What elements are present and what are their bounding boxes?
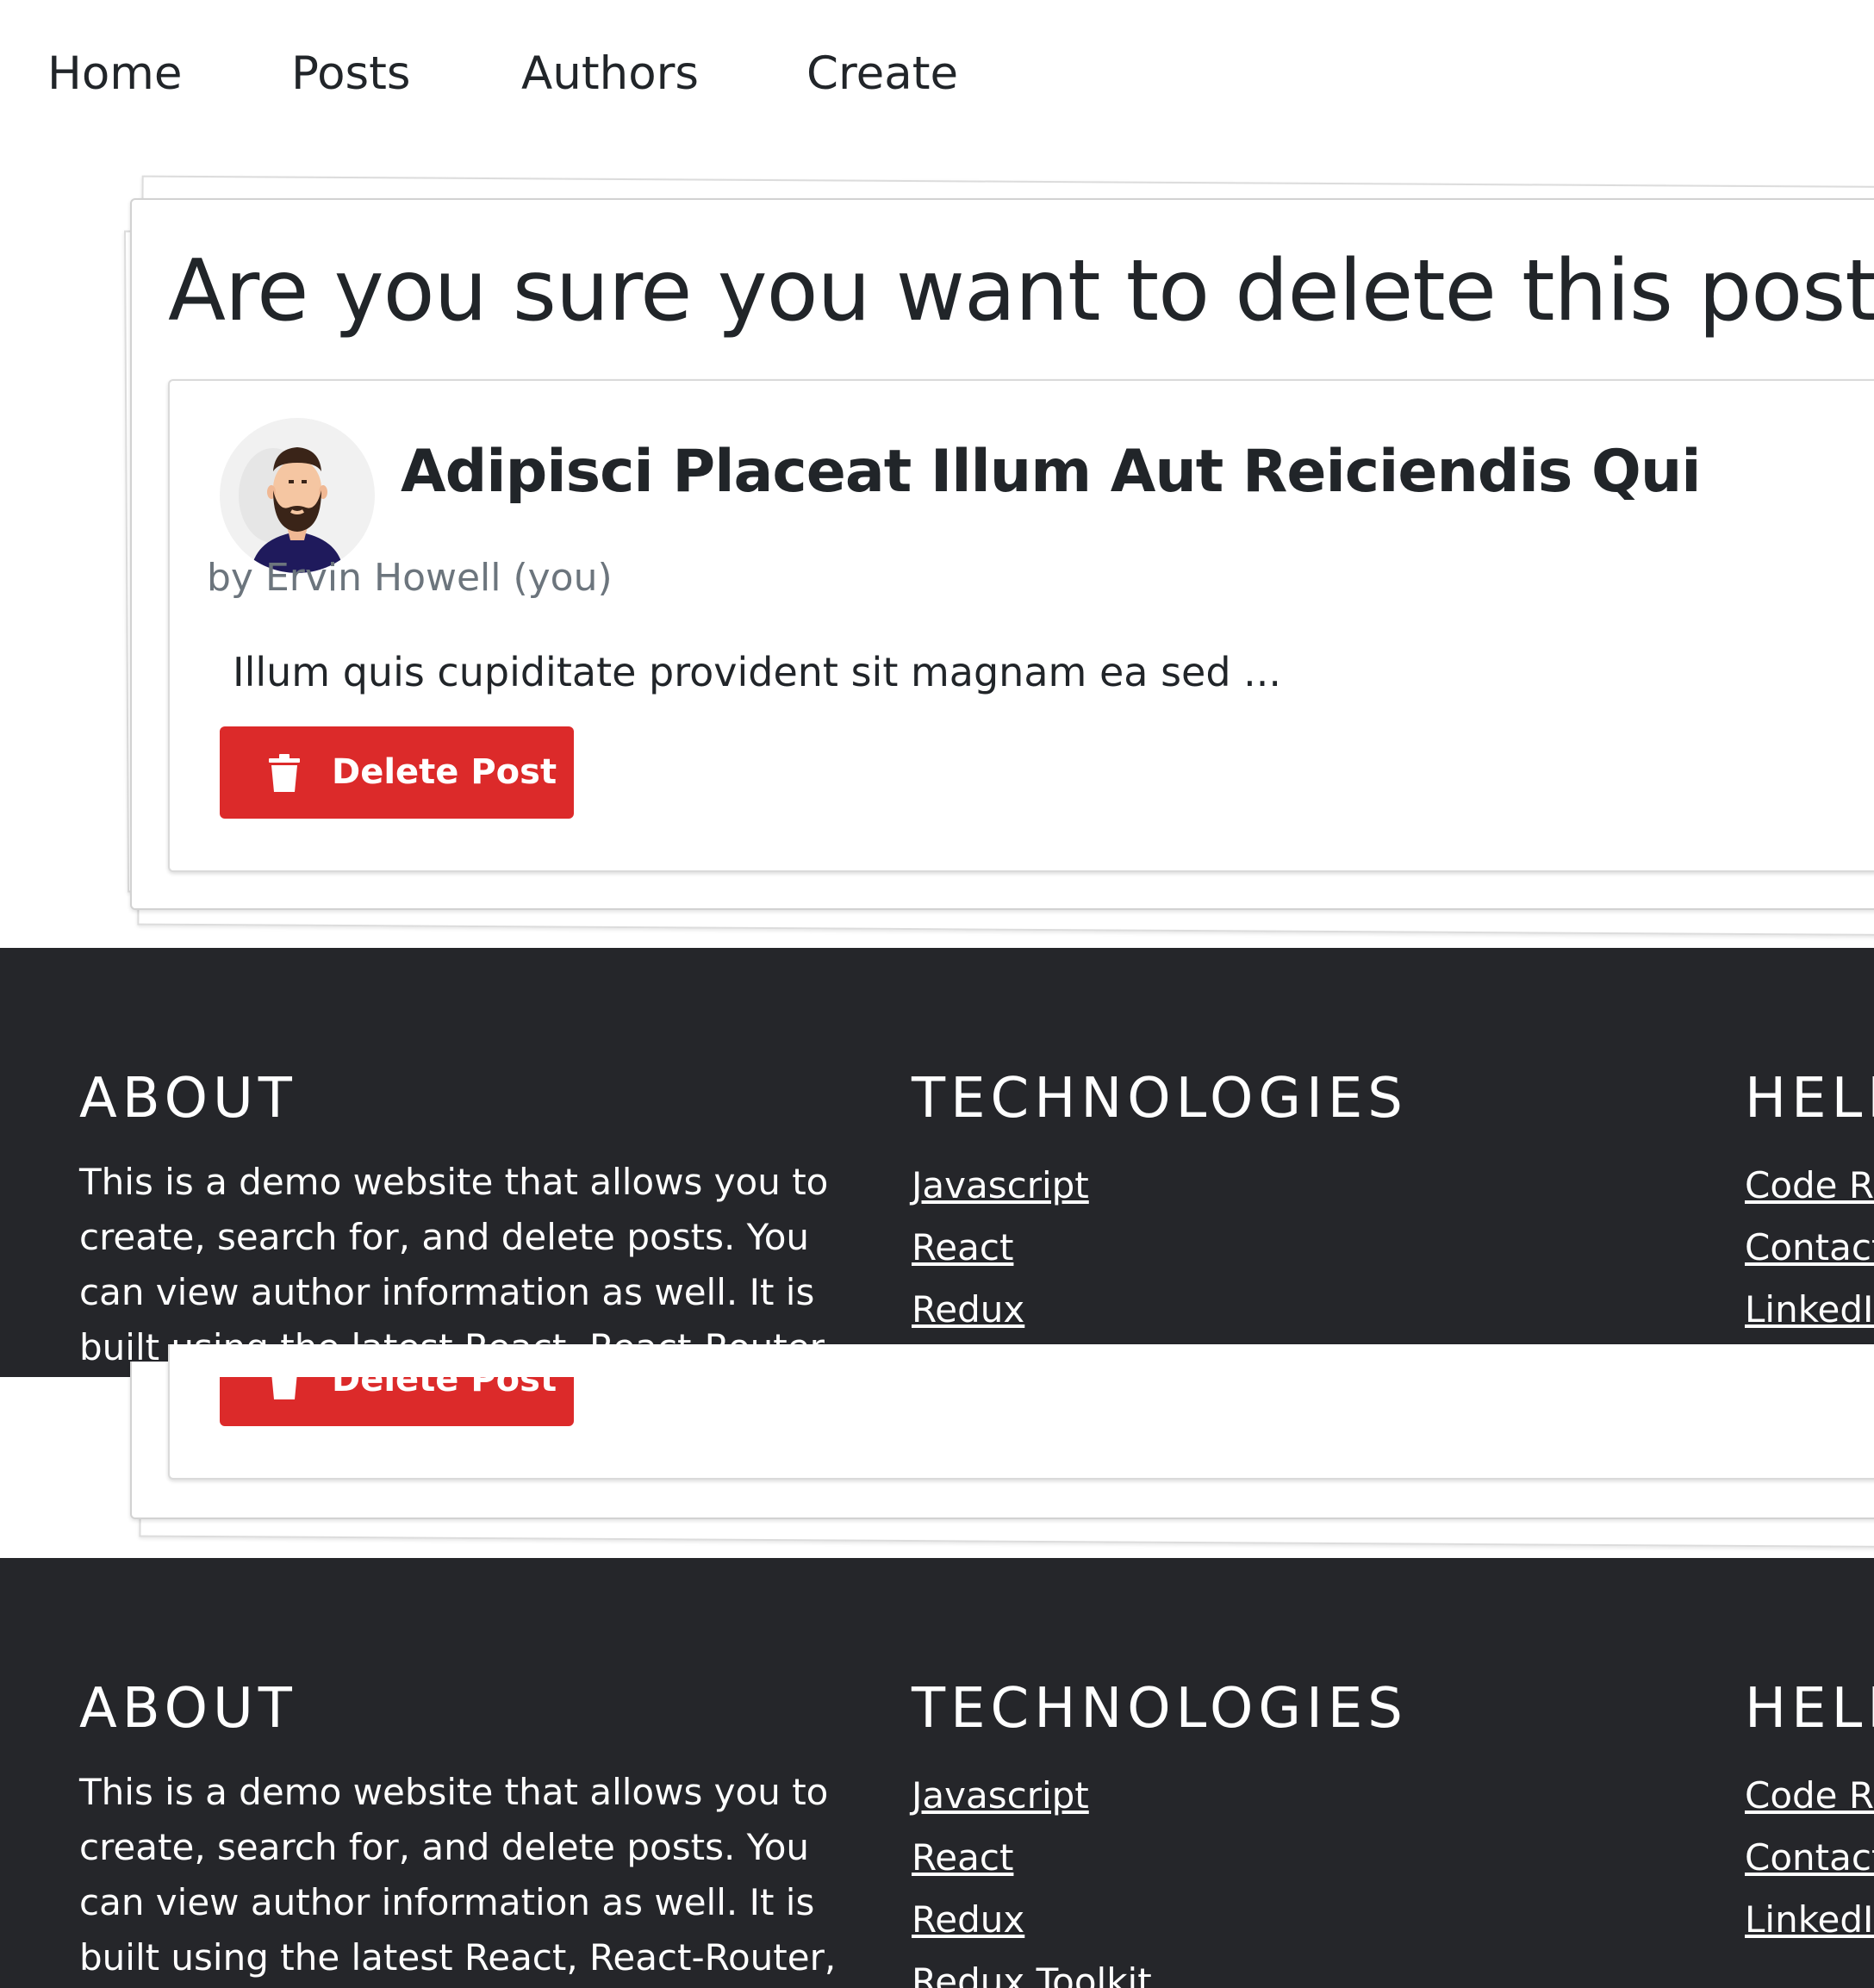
footer-link-code-repository[interactable]: Code Repository [1745,1161,1874,1211]
footer-link-contact[interactable]: Contact [1745,1833,1874,1883]
footer-link-linkedin[interactable]: LinkedIn [1745,1895,1874,1945]
post-excerpt: Illum quis cupiditate provident sit magn… [233,649,1282,695]
delete-post-label-lower: Delete Post [332,1377,557,1399]
nav-link-authors[interactable]: Authors [521,45,699,103]
footer-link-contact[interactable]: Contact [1745,1223,1874,1273]
footer: ABOUT This is a demo website that allows… [0,948,1874,1377]
nav-link-home[interactable]: Home [47,45,183,103]
main-nav: Home Posts Authors Create [0,0,1874,146]
avatar [220,418,375,573]
nav-link-create[interactable]: Create [806,45,958,103]
footer-link-react[interactable]: React [912,1223,1013,1273]
footer-technologies-heading: TECHNOLOGIES [912,1067,1408,1131]
footer-link-javascript[interactable]: Javascript [912,1161,1089,1211]
trash-icon [271,1377,297,1399]
delete-post-label: Delete Post [332,752,557,792]
delete-post-button-lower[interactable]: Delete Post [220,1377,574,1426]
footer-about-heading: ABOUT [79,1067,297,1131]
post-author-byline: by Ervin Howell (you) [207,556,613,600]
footer-lower: ABOUT This is a demo website that allows… [0,1558,1874,1988]
confirm-heading: Are you sure you want to delete this pos… [168,242,1874,340]
footer-link-redux-toolkit[interactable]: Redux Toolkit [912,1957,1152,1988]
footer-about-heading: ABOUT [79,1677,297,1741]
footer-link-javascript[interactable]: Javascript [912,1771,1089,1821]
footer-link-linkedin[interactable]: LinkedIn [1745,1285,1874,1335]
footer-help-heading: HELP [1745,1677,1874,1741]
footer-link-redux[interactable]: Redux [912,1895,1024,1945]
trash-icon [269,754,300,792]
footer-link-react[interactable]: React [912,1833,1013,1883]
footer-help-heading: HELP [1745,1067,1874,1131]
delete-post-button[interactable]: Delete Post [220,726,574,819]
footer-link-redux[interactable]: Redux [912,1285,1024,1335]
footer-link-code-repository[interactable]: Code Repository [1745,1771,1874,1821]
post-title: Adipisci Placeat Illum Aut Reiciendis Qu… [401,438,1702,506]
delete-post-button-clip: Delete Post [0,1377,1874,1429]
footer-technologies-heading: TECHNOLOGIES [912,1677,1408,1741]
nav-link-posts[interactable]: Posts [291,45,411,103]
bearded-man-avatar-icon [220,418,375,573]
footer-about-text: This is a demo website that allows you t… [79,1771,837,1979]
